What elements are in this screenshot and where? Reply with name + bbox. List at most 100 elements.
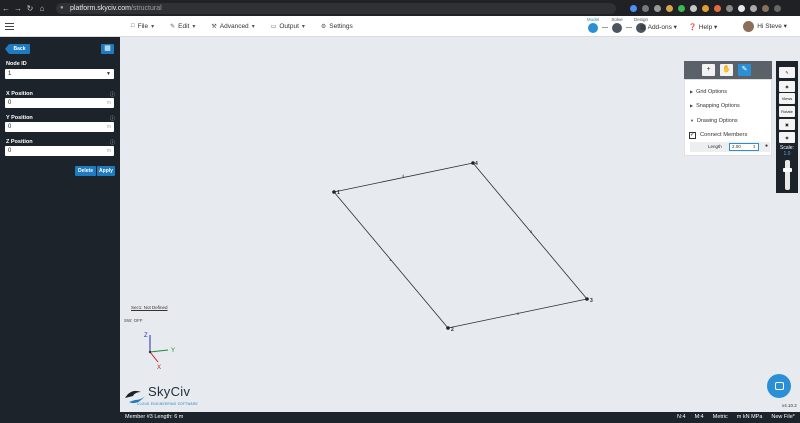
- table-view-icon[interactable]: ▦: [101, 44, 114, 54]
- node-label-2: 2: [451, 327, 454, 333]
- x-position-input[interactable]: 0 m: [5, 98, 114, 108]
- y-unit: m: [106, 124, 111, 130]
- spinner-icon[interactable]: ⇕: [753, 144, 756, 150]
- info-icon[interactable]: ⓘ: [110, 115, 115, 122]
- status-right: N:4 M:4 Metric m kN MPa New File*: [677, 412, 795, 423]
- status-bar: Member #3 Length: 6 m N:4 M:4 Metric m k…: [120, 412, 800, 423]
- units-system[interactable]: Metric: [713, 412, 728, 423]
- browser-chrome: ← → ↻ ⌂ ● platform.skyciv.com/structural: [0, 0, 800, 16]
- chat-icon: [774, 382, 784, 390]
- step-model[interactable]: Model: [584, 17, 602, 33]
- eye-icon[interactable]: ◉: [779, 81, 795, 92]
- address-bar[interactable]: ● platform.skyciv.com/structural: [56, 2, 616, 14]
- menu-output[interactable]: ▭ Output ▾: [263, 23, 313, 30]
- menu-edit-label: Edit: [178, 22, 190, 30]
- scale-slider-thumb[interactable]: [783, 168, 792, 172]
- length-input[interactable]: 2.00 ⇕: [729, 143, 759, 151]
- back-arrow-icon[interactable]: ←: [0, 4, 12, 13]
- nodes: [332, 161, 589, 330]
- menu-edit[interactable]: ✎ Edit ▾: [162, 23, 203, 30]
- help-label: Help: [698, 23, 713, 31]
- pencil-icon[interactable]: ✎: [779, 67, 795, 78]
- node-label-4: 4: [475, 161, 478, 167]
- menu-output-label: Output: [279, 22, 299, 30]
- step-model-label: Model: [586, 17, 600, 22]
- z-position-input[interactable]: 0 m: [5, 146, 114, 156]
- user-menu[interactable]: Hi Steve ▾: [743, 21, 787, 32]
- extension-icon[interactable]: [750, 4, 757, 12]
- menu-file[interactable]: □ File ▾: [123, 23, 162, 30]
- delete-button[interactable]: Delete: [75, 166, 96, 176]
- extension-icon[interactable]: [738, 4, 745, 12]
- info-icon[interactable]: ⓘ: [110, 91, 115, 98]
- menu-settings[interactable]: ⚙ Settings: [313, 23, 361, 30]
- hand-pan-icon[interactable]: ✋: [720, 64, 733, 76]
- axis-x-label: X: [157, 365, 161, 371]
- gear-icon: ⚙: [320, 23, 327, 30]
- drawing-options-toggle[interactable]: ▼ Drawing Options: [690, 118, 738, 124]
- apply-button[interactable]: Apply: [97, 166, 115, 176]
- node-2[interactable]: [446, 326, 450, 330]
- y-position-input[interactable]: 0 m: [5, 122, 114, 132]
- back-button[interactable]: Back: [5, 44, 30, 54]
- connect-members-checkbox[interactable]: ✓: [689, 132, 696, 139]
- chevron-down-icon: ▾: [301, 23, 305, 30]
- url-path: /structural: [130, 4, 162, 12]
- menu-advanced[interactable]: ⚒ Advanced ▾: [203, 23, 262, 30]
- member-labels: 1 2 3 4: [389, 173, 533, 316]
- chevron-down-icon: ▾: [251, 23, 255, 30]
- rotate-button[interactable]: Rotate: [779, 106, 795, 117]
- home-icon[interactable]: ⌂: [36, 4, 48, 13]
- extension-icon[interactable]: [702, 4, 709, 12]
- chat-button[interactable]: [767, 374, 791, 398]
- file-icon: □: [131, 23, 135, 29]
- snapping-options-toggle[interactable]: ▶ Snapping Options: [690, 103, 740, 109]
- hamburger-menu-icon[interactable]: [0, 16, 18, 37]
- self-weight-label[interactable]: SW: OFF: [124, 318, 143, 323]
- members: [333, 162, 588, 329]
- add-icon[interactable]: +: [702, 64, 715, 76]
- file-name[interactable]: New File*: [771, 412, 795, 423]
- profile-icon[interactable]: [762, 4, 769, 12]
- extension-icon[interactable]: [642, 4, 649, 12]
- member-label-2: 2: [517, 311, 520, 316]
- extension-icon[interactable]: [726, 4, 733, 12]
- star-icon[interactable]: [630, 4, 637, 12]
- lock-icon[interactable]: ●: [765, 143, 768, 149]
- extension-icon[interactable]: [678, 4, 685, 12]
- pencil-icon[interactable]: ✎: [738, 64, 751, 76]
- wrench-icon: ⚒: [211, 23, 217, 30]
- extension-icon[interactable]: [666, 4, 673, 12]
- node-label-3: 3: [590, 298, 593, 304]
- extension-icon[interactable]: [714, 4, 721, 12]
- info-icon[interactable]: ⓘ: [110, 139, 115, 146]
- forward-arrow-icon[interactable]: →: [12, 4, 24, 13]
- section-label[interactable]: Sec1: Not Defined: [131, 305, 168, 310]
- cube-icon[interactable]: ◉: [779, 132, 795, 143]
- menu-help[interactable]: ❓ Help ▾: [689, 23, 717, 31]
- node-3[interactable]: [585, 297, 589, 301]
- views-button[interactable]: Views: [779, 93, 795, 104]
- drawing-options-label: Drawing Options: [696, 118, 738, 124]
- camera-icon[interactable]: ▣: [779, 119, 795, 130]
- node-1[interactable]: [332, 190, 336, 194]
- y-position-value: 0: [8, 124, 12, 130]
- extension-icon[interactable]: [690, 4, 697, 12]
- node-count: N:4: [677, 414, 686, 420]
- units[interactable]: m kN MPa: [737, 412, 763, 423]
- logo-name: SkyCiv: [148, 384, 191, 399]
- menu-addons[interactable]: ▦ Add-ons ▾: [640, 23, 677, 31]
- more-icon[interactable]: [774, 4, 781, 12]
- extension-icon[interactable]: [654, 4, 661, 12]
- node-id-select[interactable]: 1 ▼: [5, 69, 114, 79]
- x-position-value: 0: [8, 100, 12, 106]
- y-position-label: Y Position: [6, 115, 33, 121]
- extension-icons: [630, 4, 781, 12]
- reload-icon[interactable]: ↻: [24, 4, 36, 13]
- step-solve[interactable]: Solve: [608, 17, 626, 33]
- x-unit: m: [106, 100, 111, 106]
- scale-slider[interactable]: [785, 160, 790, 190]
- step-solve-label: Solve: [611, 17, 623, 22]
- draw-tool-panel: + ✋ ✎: [684, 61, 772, 79]
- grid-options-toggle[interactable]: ▶ Grid Options: [690, 89, 727, 95]
